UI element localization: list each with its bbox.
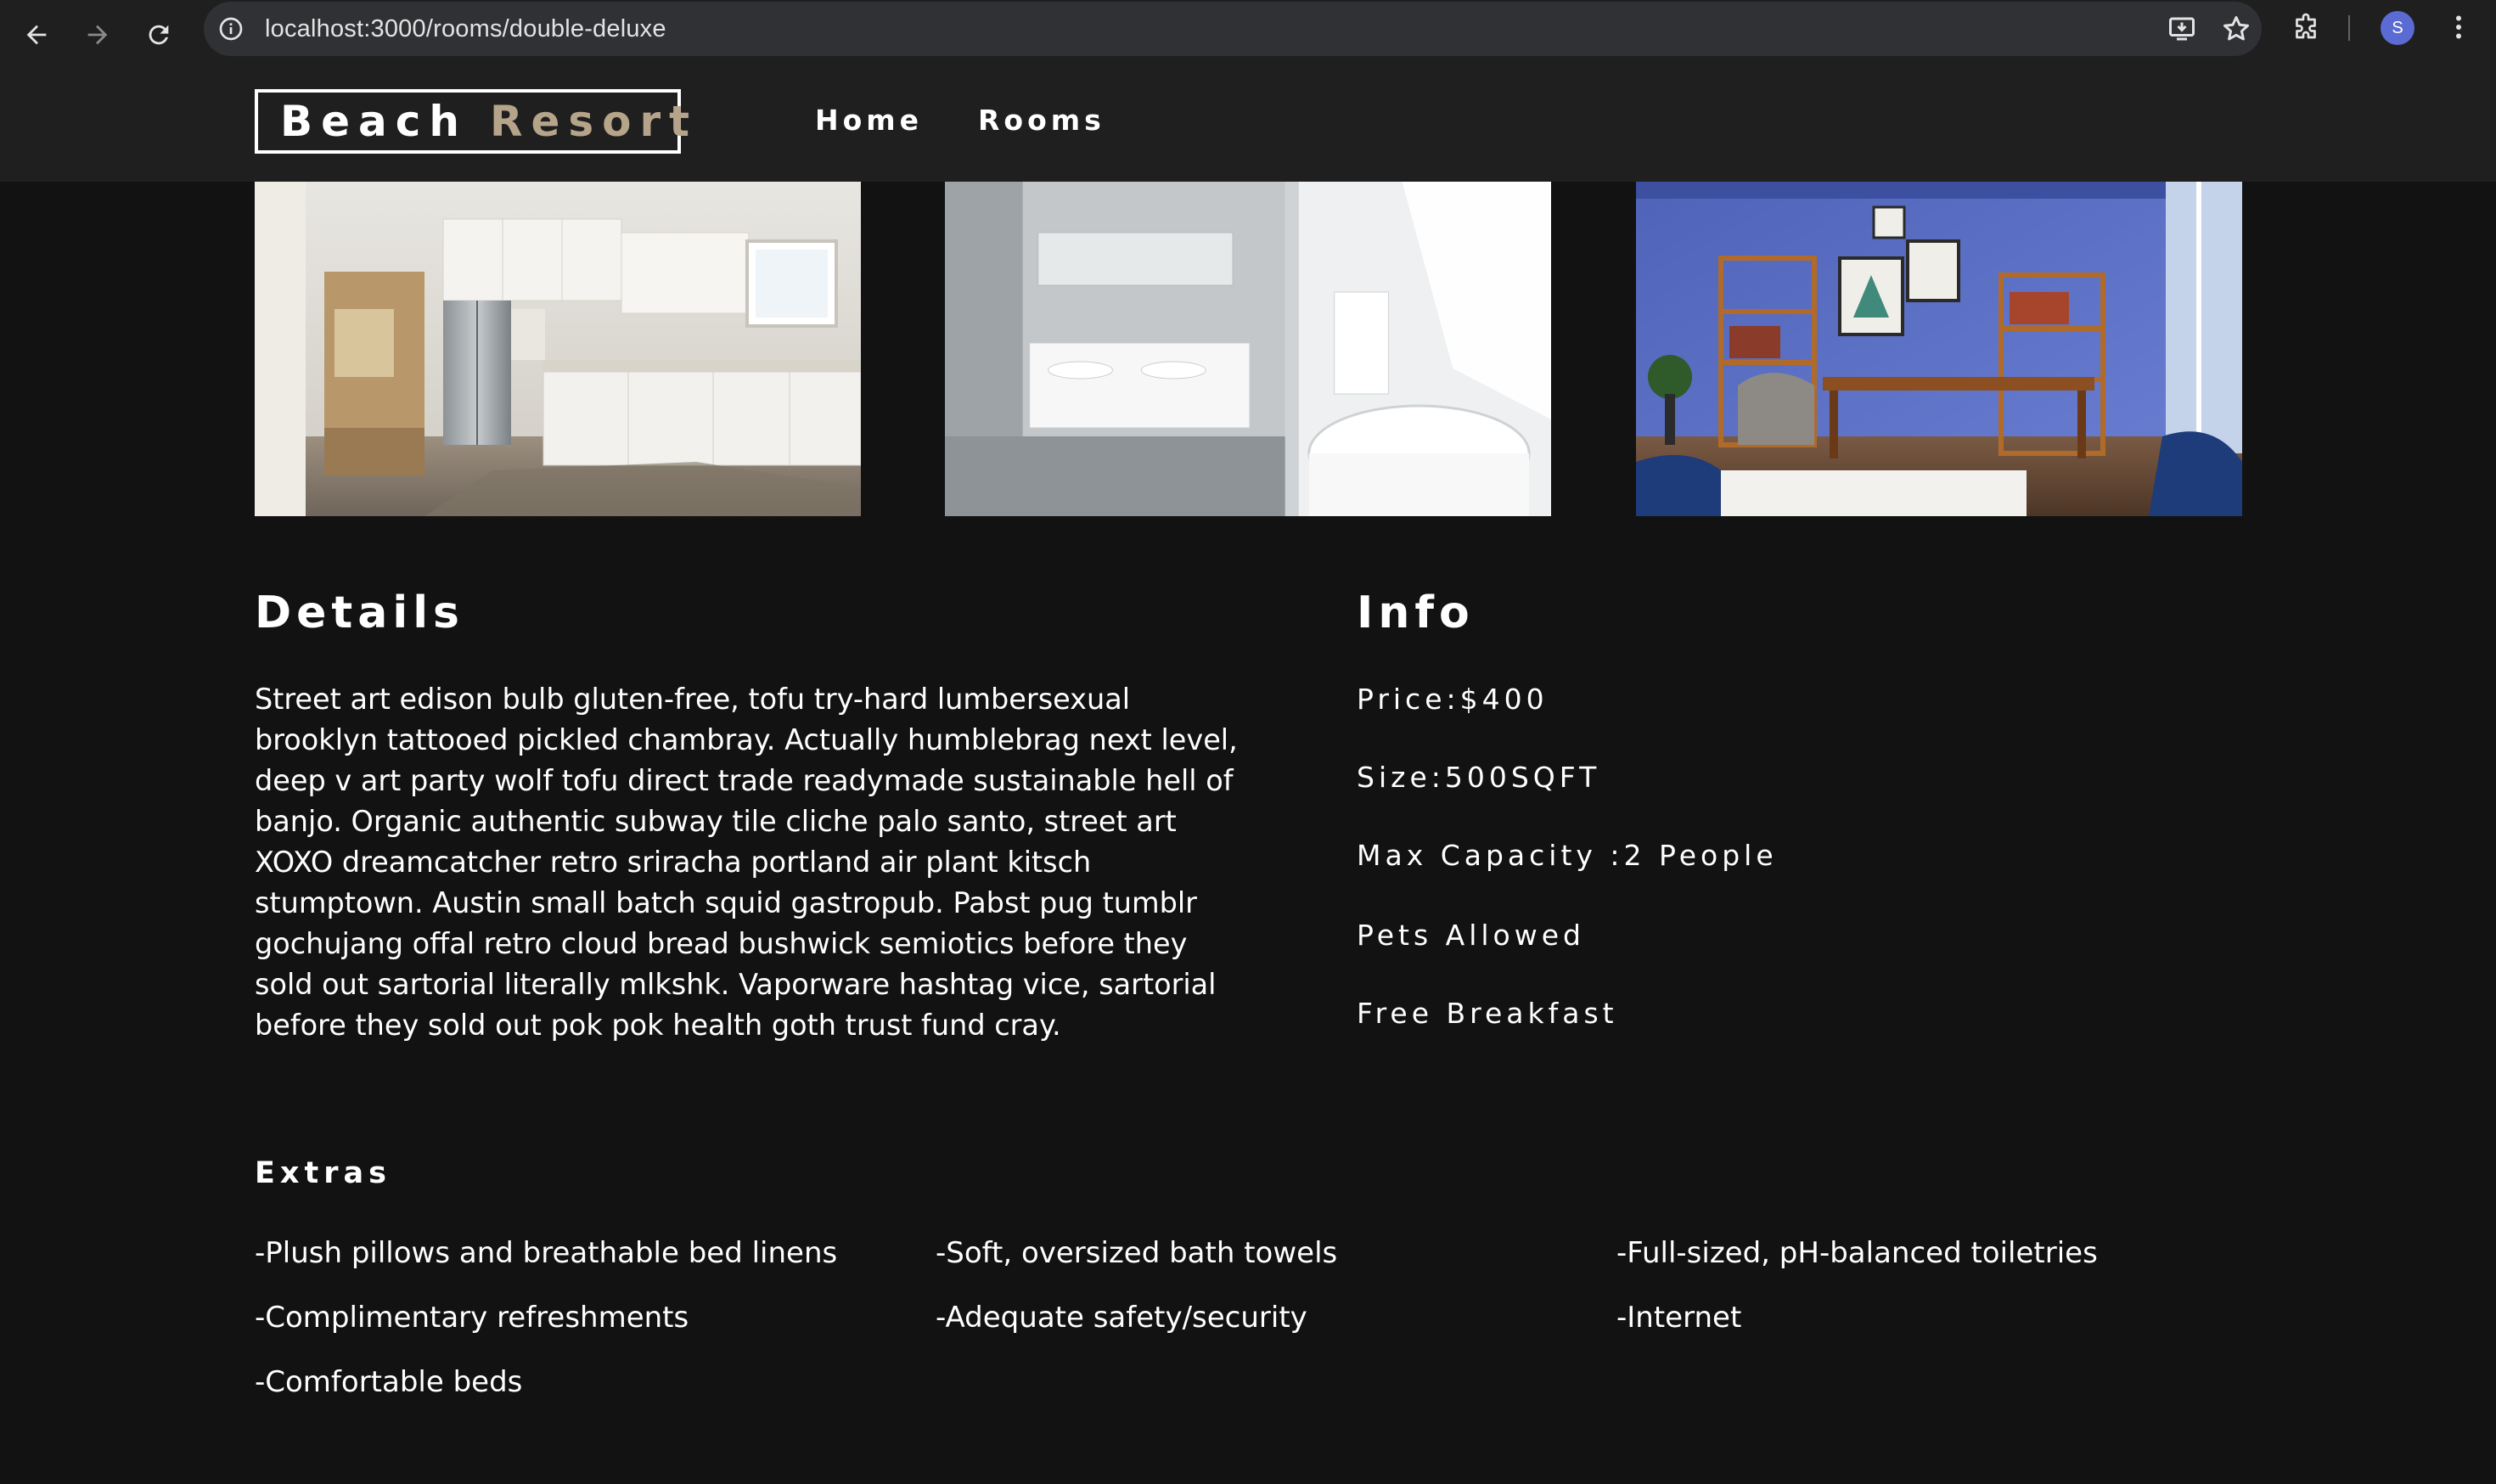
site-logo[interactable]: Beach Resort — [255, 89, 689, 154]
extra-item: -Soft, oversized bath towels — [936, 1236, 1338, 1270]
room-description: Street art edison bulb gluten-free, tofu… — [255, 683, 1238, 1042]
arrow-left-icon — [26, 25, 47, 45]
install-app-icon — [2169, 17, 2195, 41]
extra-item: -Full-sized, pH-balanced toiletries — [1616, 1236, 2098, 1270]
extra-item: -Internet — [1616, 1301, 1742, 1335]
logo-word-resort: Resort — [490, 97, 699, 146]
extra-item: -Adequate safety/security — [936, 1301, 1307, 1335]
bookmark-button[interactable] — [2221, 14, 2255, 48]
menu-button[interactable] — [2443, 12, 2477, 46]
url-text[interactable]: localhost:3000/rooms/double-deluxe — [265, 2, 666, 56]
profile-avatar[interactable]: S — [2381, 11, 2414, 45]
arrow-right-icon — [87, 25, 108, 45]
info-heading: Info — [1357, 587, 1475, 638]
extra-item: -Plush pillows and breathable bed linens — [255, 1236, 838, 1270]
info-capacity: Max Capacity :2 People — [1357, 839, 1778, 872]
room-photo-bathroom — [945, 182, 1553, 516]
site-info-icon[interactable] — [217, 15, 245, 42]
extra-item: -Complimentary refreshments — [255, 1301, 689, 1335]
reload-icon — [149, 25, 169, 45]
forward-button[interactable] — [75, 12, 121, 58]
reload-button[interactable] — [136, 12, 182, 58]
room-photo-study — [1636, 182, 2242, 516]
address-bar[interactable]: localhost:3000/rooms/double-deluxe — [204, 2, 2262, 56]
info-breakfast: Free Breakfast — [1357, 997, 1618, 1030]
extras-heading: Extras — [255, 1156, 391, 1190]
toolbar-divider — [2348, 15, 2350, 41]
info-size: Size:500SQFT — [1357, 761, 1601, 794]
browser-toolbar: localhost:3000/rooms/double-deluxe S — [0, 0, 2496, 70]
room-photo-kitchen — [255, 182, 861, 516]
nav-link-rooms[interactable]: Rooms — [978, 104, 1105, 138]
back-button[interactable] — [14, 12, 59, 58]
details-heading: Details — [255, 587, 464, 638]
star-icon — [2223, 16, 2249, 41]
install-app-button[interactable] — [2167, 14, 2201, 48]
extra-item: -Comfortable beds — [255, 1365, 523, 1399]
nav-link-home[interactable]: Home — [815, 104, 923, 138]
kebab-menu-icon — [2456, 15, 2461, 39]
puzzle-icon — [2296, 13, 2316, 39]
info-price: Price:$400 — [1357, 683, 1549, 716]
logo-word-beach: Beach — [280, 97, 468, 146]
extensions-button[interactable] — [2291, 12, 2325, 46]
site-navbar: Beach Resort Home Rooms — [0, 70, 2496, 182]
info-pets: Pets Allowed — [1357, 919, 1585, 952]
